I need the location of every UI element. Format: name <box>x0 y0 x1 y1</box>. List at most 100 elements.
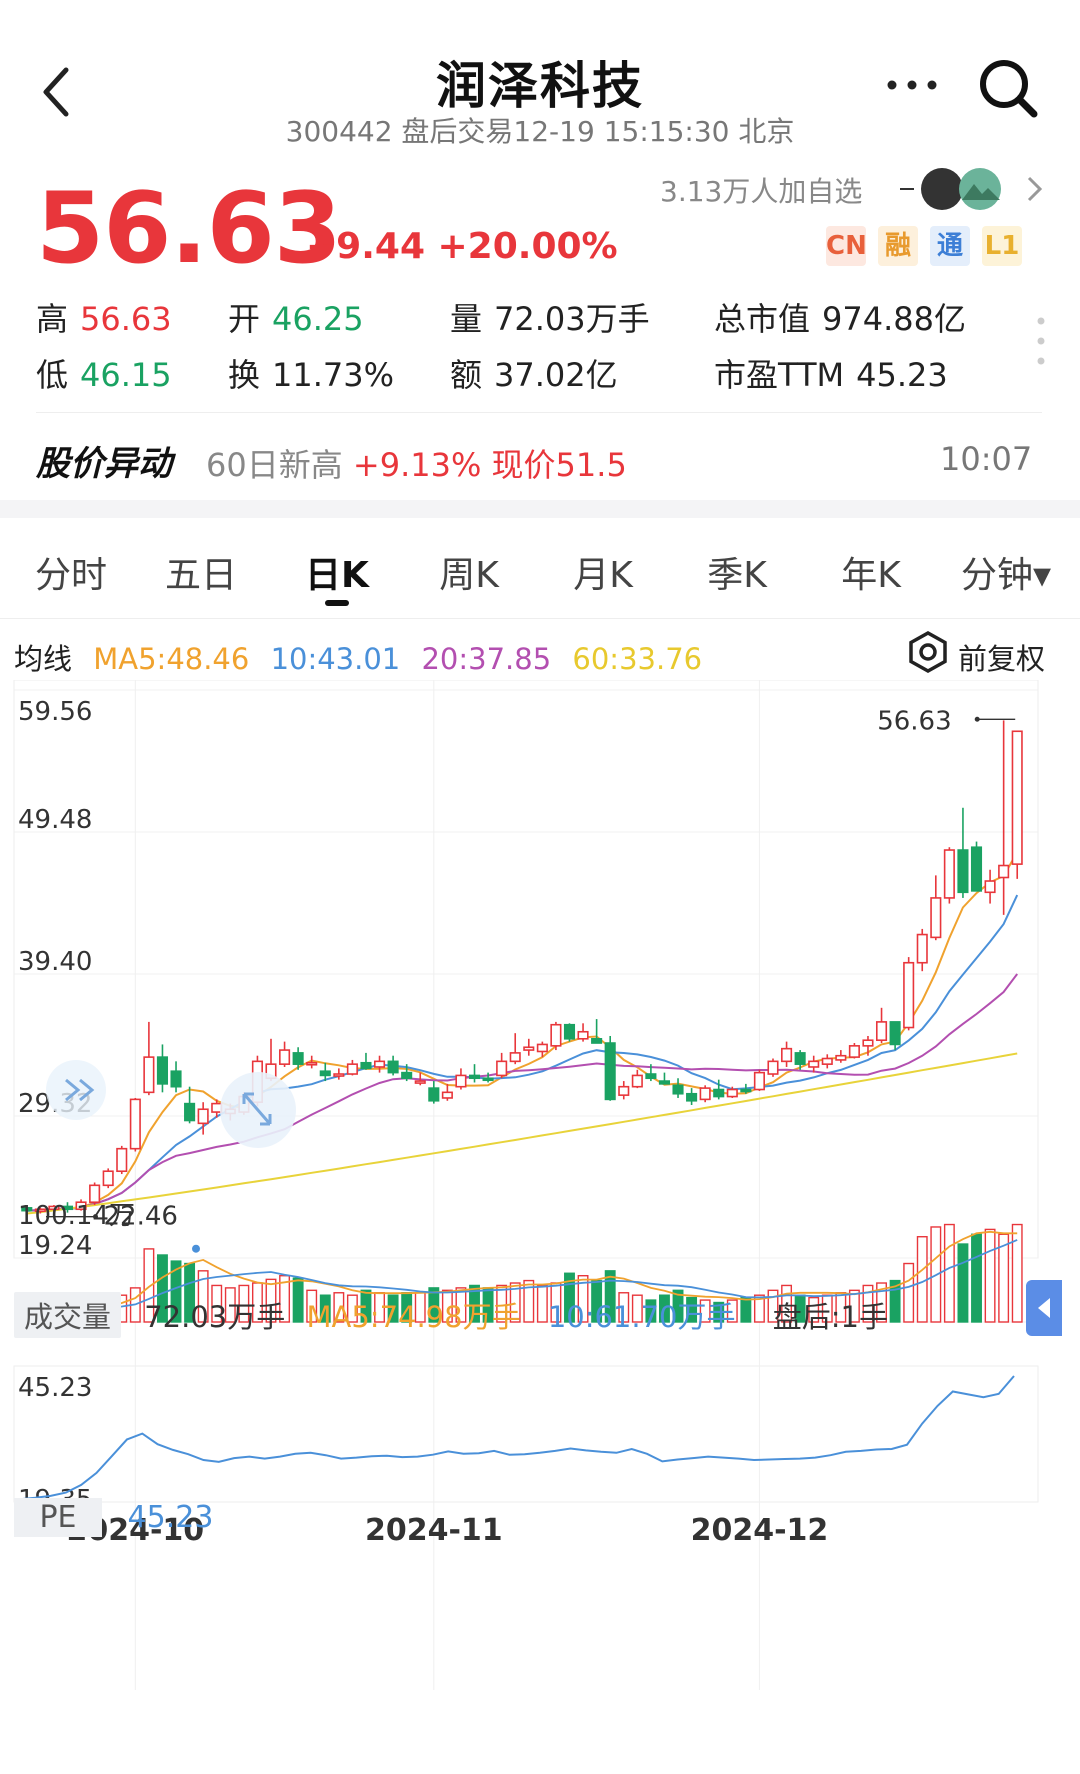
price-change: +9.44 +20.00% <box>306 226 618 267</box>
y-tick-label: 59.56 <box>18 697 92 727</box>
tab-weekly-k[interactable]: 周K <box>424 546 514 598</box>
stat-high: 高 56.63 <box>36 300 172 338</box>
volume-bar <box>903 1262 915 1323</box>
candle <box>333 1073 345 1077</box>
candle <box>1011 730 1023 865</box>
tab-minute[interactable]: 分钟▾ <box>950 546 1062 598</box>
tab-daily-k[interactable]: 日K <box>292 546 382 598</box>
divider <box>36 412 1042 413</box>
candle <box>604 1042 616 1101</box>
price-alert-text[interactable]: 60日新高 +9.13% 现价51.5 <box>206 440 627 486</box>
candle <box>89 1184 101 1204</box>
pe-legend: PE 45.23 <box>14 1498 213 1542</box>
candle <box>794 1052 806 1065</box>
candle <box>591 1038 603 1044</box>
stock-code-time: 300442 盘后交易12-19 15:15:30 北京 <box>285 115 795 148</box>
candle <box>563 1023 576 1040</box>
active-tab-indicator <box>325 600 349 606</box>
ma20-line <box>26 973 1018 1212</box>
tab-intraday[interactable]: 分时 <box>26 546 116 598</box>
stat-pe-ttm: 市盈TTM 45.23 <box>714 356 948 394</box>
candle <box>903 961 915 1029</box>
candle <box>970 846 983 892</box>
candle <box>197 1108 209 1125</box>
candle <box>645 1073 657 1080</box>
candle <box>808 1060 820 1068</box>
tab-quarterly-k[interactable]: 季K <box>692 546 782 598</box>
candle <box>658 1080 671 1085</box>
zoom-handle-icon <box>220 1072 296 1148</box>
chevron-right-icon[interactable] <box>1024 174 1044 204</box>
candle <box>482 1077 494 1082</box>
candle <box>170 1070 182 1088</box>
tab-five-day[interactable]: 五日 <box>156 546 246 598</box>
candle <box>984 880 996 894</box>
volume-bar <box>984 1228 996 1323</box>
volume-value: 72.03万手 <box>144 1300 286 1334</box>
expand-stats-icon[interactable] <box>1036 316 1046 366</box>
candle <box>848 1045 860 1058</box>
candle <box>387 1060 399 1074</box>
main-panel-frame <box>13 680 1039 1259</box>
event-dot <box>192 1244 200 1253</box>
candle <box>916 933 928 964</box>
y-tick-label: 19.24 <box>18 1231 92 1261</box>
x-tick-label: 2024-11 <box>365 1513 503 1548</box>
candle <box>116 1147 128 1173</box>
candle <box>441 1091 453 1099</box>
candle <box>740 1088 752 1093</box>
search-icon[interactable] <box>976 56 1040 120</box>
collapse-panel-button[interactable] <box>1026 1280 1062 1336</box>
candle <box>550 1023 562 1047</box>
watcher-avatars[interactable] <box>900 164 1010 214</box>
volume-bar <box>971 1233 982 1323</box>
candle <box>699 1087 711 1101</box>
candle <box>102 1170 114 1187</box>
candle <box>428 1087 440 1102</box>
volume-legend: 成交量 72.03万手 MA5:74.98万手 10:61.70万手 盘后:1手 <box>14 1292 888 1338</box>
watchers-count[interactable]: 3.13万人加自选 <box>660 170 862 210</box>
candle <box>129 1098 141 1150</box>
candle <box>292 1052 304 1065</box>
volume-label[interactable]: 成交量 <box>14 1292 122 1338</box>
pe-value: 45.23 <box>127 1500 214 1535</box>
high-price-label: 56.63 <box>877 706 951 736</box>
tag-margin[interactable]: 融 <box>878 226 918 266</box>
candle <box>957 849 969 894</box>
ma-label: 均线 <box>14 642 73 676</box>
swipe-hint-icon <box>46 1060 106 1120</box>
candle <box>686 1092 698 1102</box>
candle <box>509 1052 521 1063</box>
candle <box>468 1074 481 1080</box>
pe-line <box>19 1375 1015 1501</box>
tag-l1[interactable]: L1 <box>982 226 1022 266</box>
candle <box>346 1063 358 1075</box>
candle <box>360 1061 372 1070</box>
price-alert-time: 10:07 <box>940 440 1033 478</box>
tag-connect[interactable]: 通 <box>930 226 970 266</box>
tab-yearly-k[interactable]: 年K <box>826 546 916 598</box>
candle <box>726 1088 738 1098</box>
candle <box>631 1074 643 1088</box>
pe-label[interactable]: PE <box>14 1498 102 1537</box>
adjust-mode-label[interactable]: 前复权 <box>958 636 1045 678</box>
pe-panel-frame <box>13 1365 1039 1503</box>
tag-cn[interactable]: CN <box>826 226 867 266</box>
more-icon[interactable] <box>884 70 940 100</box>
candle <box>930 897 942 939</box>
kline-chart[interactable]: 59.5649.4839.4029.3219.2456.6322.46100.1… <box>0 680 1080 1720</box>
candle <box>536 1043 548 1053</box>
divider <box>0 618 1080 619</box>
volume-after-hours: 盘后:1手 <box>772 1300 888 1334</box>
candle <box>821 1057 833 1065</box>
settings-icon[interactable] <box>906 630 950 674</box>
price-alert-title[interactable]: 股价异动 <box>36 436 172 485</box>
candle <box>781 1047 793 1063</box>
volume-bar <box>957 1243 969 1323</box>
tab-monthly-k[interactable]: 月K <box>558 546 648 598</box>
current-price: 56.63 <box>36 172 342 286</box>
stat-volume: 量 72.03万手 <box>450 300 650 338</box>
candle <box>143 1056 155 1094</box>
candle <box>496 1060 508 1077</box>
volume-ma10: 10:61.70万手 <box>547 1300 736 1334</box>
